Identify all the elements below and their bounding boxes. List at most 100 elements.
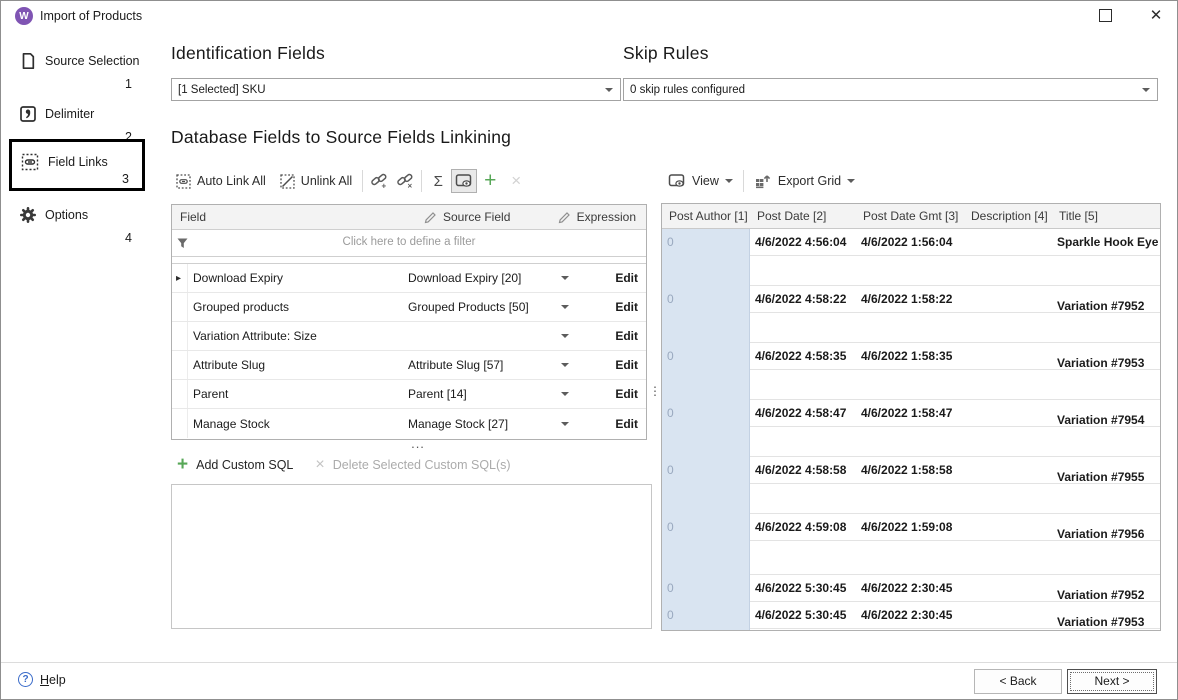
splitter-handle[interactable]: ⋮	[649, 389, 657, 394]
title-cell: Sparkle Hook Eye De	[1052, 229, 1160, 256]
column-header-description[interactable]: Description [4]	[964, 209, 1052, 223]
table-row-spacer	[662, 427, 1160, 457]
column-header-post-author[interactable]: Post Author [1]	[662, 209, 750, 223]
unlink-all-button[interactable]: Unlink All	[273, 168, 359, 194]
edit-link[interactable]: Edit	[578, 300, 648, 314]
delete-row-button-disabled[interactable]: ×	[503, 169, 529, 193]
source-field-dropdown[interactable]	[552, 334, 578, 338]
table-row[interactable]: 0 4/6/2022 4:58:22 4/6/2022 1:58:22 Vari…	[662, 286, 1160, 313]
preview-toggle-button[interactable]	[451, 169, 477, 193]
table-row[interactable]: Variation Attribute: Size Edit	[172, 322, 646, 351]
table-row[interactable]: 0 4/6/2022 4:58:47 4/6/2022 1:58:47 Vari…	[662, 400, 1160, 427]
sidebar-item-source-selection[interactable]: Source Selection 1	[9, 45, 145, 93]
table-row[interactable]: 0 4/6/2022 4:59:08 4/6/2022 1:59:08 Vari…	[662, 514, 1160, 541]
auto-link-all-button[interactable]: Auto Link All	[169, 168, 273, 194]
post-date-cell: 4/6/2022 4:59:08	[750, 514, 856, 541]
edit-link[interactable]: Edit	[578, 271, 648, 285]
table-row[interactable]: Parent Parent [14] Edit	[172, 380, 646, 409]
chevron-down-icon	[605, 88, 613, 92]
back-button[interactable]: < Back	[974, 669, 1062, 694]
post-author-cell: 0	[662, 514, 750, 541]
field-links-icon	[21, 153, 39, 171]
next-button[interactable]: Next >	[1067, 669, 1157, 694]
chevron-down-icon	[561, 392, 569, 396]
column-header-expression[interactable]: Expression	[558, 210, 636, 224]
post-date-gmt-cell: 4/6/2022 1:58:22	[856, 286, 964, 313]
skip-rules-select[interactable]: 0 skip rules configured	[623, 78, 1158, 101]
column-header-post-date[interactable]: Post Date [2]	[750, 209, 856, 223]
close-button[interactable]: ✕	[1145, 5, 1167, 27]
filter-placeholder: Click here to define a filter	[172, 236, 646, 248]
export-grid-button[interactable]: Export Grid	[747, 168, 862, 194]
identification-fields-select[interactable]: [1 Selected] SKU	[171, 78, 621, 101]
table-row[interactable]: ▸ Download Expiry Download Expiry [20] E…	[172, 264, 646, 293]
toolbar-separator	[421, 170, 422, 192]
edit-link[interactable]: Edit	[578, 417, 648, 431]
table-row[interactable]: 0 4/6/2022 4:58:58 4/6/2022 1:58:58 Vari…	[662, 457, 1160, 484]
grid-filter-row[interactable]: Click here to define a filter	[172, 230, 646, 257]
pencil-icon	[558, 211, 571, 224]
column-header-source-field[interactable]: Source Field	[424, 210, 510, 224]
table-row[interactable]: Grouped products Grouped Products [50] E…	[172, 293, 646, 322]
table-row[interactable]: Attribute Slug Attribute Slug [57] Edit	[172, 351, 646, 380]
source-field-cell: Parent [14]	[404, 387, 552, 401]
maximize-button[interactable]	[1099, 9, 1112, 22]
post-date-cell: 4/6/2022 5:30:45	[750, 575, 856, 602]
sidebar-item-field-links[interactable]: Field Links 3	[9, 139, 145, 191]
export-grid-icon	[754, 173, 772, 190]
source-field-dropdown[interactable]	[552, 276, 578, 280]
add-link-button[interactable]: +	[366, 169, 392, 193]
help-link[interactable]: ? Help	[18, 672, 66, 687]
table-row[interactable]: 0 4/6/2022 4:56:04 4/6/2022 1:56:04 Spar…	[662, 229, 1160, 256]
post-date-gmt-cell: 4/6/2022 2:30:45	[856, 575, 964, 602]
help-icon: ?	[18, 672, 33, 687]
source-field-dropdown[interactable]	[552, 422, 578, 426]
table-row[interactable]: 0 4/6/2022 4:58:35 4/6/2022 1:58:35 Vari…	[662, 343, 1160, 370]
chevron-down-icon	[561, 363, 569, 367]
column-header-field[interactable]: Field	[180, 210, 206, 224]
source-field-dropdown[interactable]	[552, 363, 578, 367]
add-row-button[interactable]: +	[477, 169, 503, 193]
post-date-gmt-cell: 4/6/2022 1:56:04	[856, 229, 964, 256]
window-title: Import of Products	[40, 9, 142, 23]
table-row[interactable]: 0 4/6/2022 5:30:45 4/6/2022 2:30:45 Vari…	[662, 575, 1160, 602]
chevron-down-icon	[561, 422, 569, 426]
column-header-post-date-gmt[interactable]: Post Date Gmt [3]	[856, 209, 964, 223]
help-label: Help	[40, 673, 66, 687]
table-row[interactable]: Manage Stock Manage Stock [27] Edit	[172, 409, 646, 438]
source-field-dropdown[interactable]	[552, 305, 578, 309]
post-author-cell: 0	[662, 343, 750, 370]
field-links-grid: Field Source Field Expression Click here…	[171, 204, 647, 440]
sidebar-item-options[interactable]: Options 4	[9, 199, 145, 247]
post-author-cell: 0	[662, 602, 750, 629]
chevron-down-icon	[561, 276, 569, 280]
description-cell	[964, 400, 1052, 427]
table-row[interactable]: 0 4/6/2022 5:30:45 4/6/2022 2:30:45 Vari…	[662, 602, 1160, 629]
edit-link[interactable]: Edit	[578, 329, 648, 343]
delete-custom-sql-button-disabled[interactable]: × Delete Selected Custom SQL(s)	[315, 456, 510, 474]
preview-grid: Post Author [1] Post Date [2] Post Date …	[661, 203, 1161, 631]
edit-link[interactable]: Edit	[578, 387, 648, 401]
horizontal-resize-handle[interactable]: ...	[403, 439, 433, 449]
remove-link-button[interactable]: ×	[392, 169, 418, 193]
post-author-cell: 0	[662, 575, 750, 602]
custom-sql-editor[interactable]	[171, 484, 652, 629]
add-custom-sql-button[interactable]: + Add Custom SQL	[177, 455, 293, 475]
db-field-cell: Parent	[188, 387, 404, 401]
sigma-icon: Σ	[434, 173, 443, 190]
chevron-down-icon	[1142, 88, 1150, 92]
view-menu-button[interactable]: View	[661, 168, 740, 194]
title-cell: Variation #7953	[1052, 609, 1160, 631]
description-cell	[964, 343, 1052, 370]
post-date-cell: 4/6/2022 4:58:22	[750, 286, 856, 313]
step-number: 3	[122, 172, 129, 186]
db-field-cell: Download Expiry	[188, 271, 404, 285]
table-row-spacer	[662, 484, 1160, 514]
gear-icon	[19, 206, 37, 224]
sidebar-item-label: Options	[45, 208, 88, 222]
edit-link[interactable]: Edit	[578, 358, 648, 372]
summary-button[interactable]: Σ	[425, 169, 451, 193]
source-field-dropdown[interactable]	[552, 392, 578, 396]
column-header-title[interactable]: Title [5]	[1052, 209, 1160, 223]
sidebar-item-label: Source Selection	[45, 54, 140, 68]
